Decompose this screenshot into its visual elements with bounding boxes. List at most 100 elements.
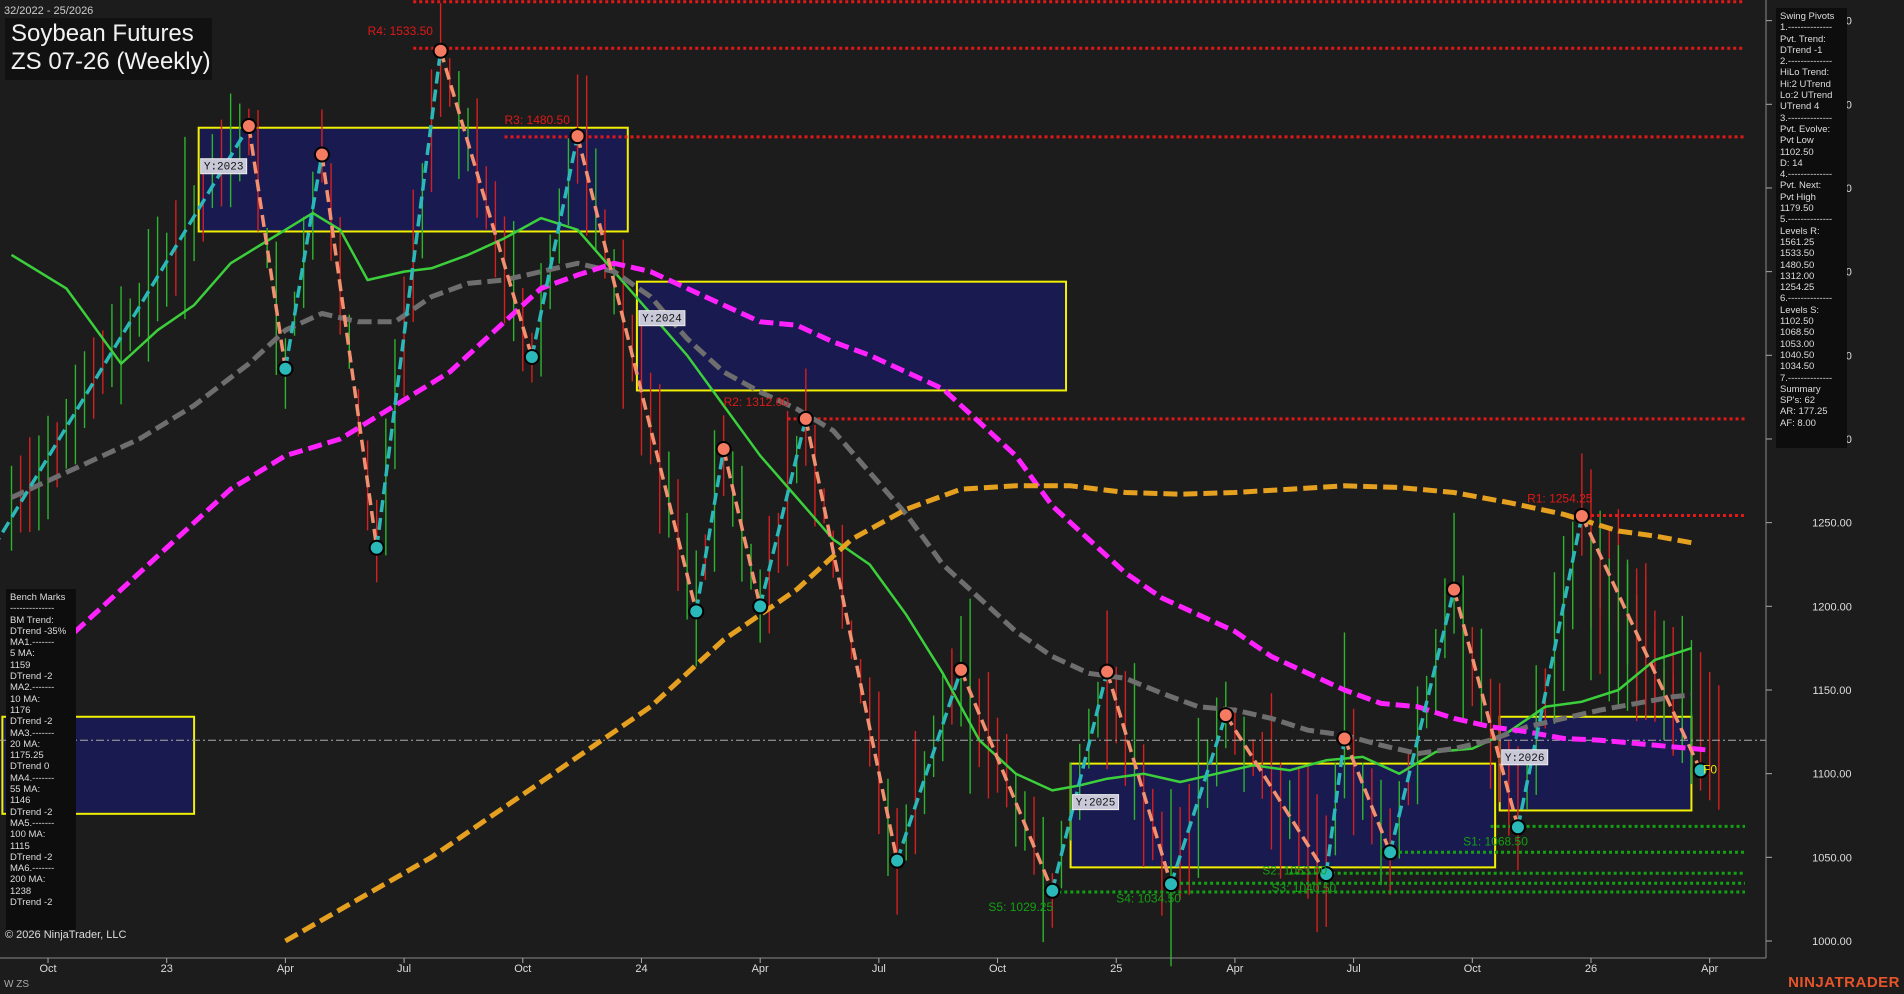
swing-pivots-line: 1179.50 xyxy=(1780,203,1814,215)
price-tick-label: 1050.00 xyxy=(1812,852,1852,864)
ninjatrader-logo: NINJATRADER xyxy=(1788,974,1900,991)
bench-marks-line: DTrend -2 xyxy=(10,716,53,728)
swing-pivots-line: AF: 8.00 xyxy=(1780,417,1816,429)
swing-pivots-line: 1102.50 xyxy=(1780,146,1814,158)
swing-pivot-marker xyxy=(368,539,385,556)
swing-pivots-line: 1561.25 xyxy=(1780,236,1815,248)
chart-title-box: Soybean Futures ZS 07-26 (Weekly) xyxy=(5,18,212,80)
swing-pivot-marker xyxy=(1509,819,1526,836)
bench-marks-panel: Bench Marks -------------- BM Trend: DTrend… xyxy=(6,589,76,930)
bench-marks-line: -------------- xyxy=(10,603,55,615)
time-tick-label: Apr xyxy=(1701,963,1718,975)
swing-pivots-line: Hi:2 UTrend xyxy=(1780,78,1831,90)
swing-pivot-marker xyxy=(277,360,294,377)
resistance-label: R3: 1480.50 xyxy=(505,113,571,127)
instrument-title: Soybean Futures xyxy=(11,20,194,47)
support-label: S5: 1029.25 xyxy=(988,900,1053,914)
time-tick-label: Oct xyxy=(1464,963,1481,975)
support-label: S3: 1040.50 xyxy=(1271,881,1336,895)
bench-marks-line: DTrend -35% xyxy=(10,625,67,637)
swing-pivots-line: AR: 177.25 xyxy=(1780,406,1828,418)
swing-pivot-marker xyxy=(523,348,540,365)
bench-marks-line: 1176 xyxy=(10,704,31,716)
time-tick-label: Oct xyxy=(989,963,1006,975)
swing-pivots-line: 1.-------------- xyxy=(1780,22,1833,34)
bench-marks-line: MA6.------- xyxy=(10,863,55,875)
time-tick-label: Jul xyxy=(397,963,411,975)
bench-marks-line: 1238 xyxy=(10,885,32,897)
time-tick-label: Apr xyxy=(752,963,769,975)
yearly-zone-label: Y:2026 xyxy=(1505,753,1545,765)
bench-marks-line: MA4.------- xyxy=(10,772,55,784)
bench-marks-line: 1115 xyxy=(10,840,30,852)
swing-pivots-line: UTrend 4 xyxy=(1780,101,1820,113)
price-tick-label: 1000.00 xyxy=(1812,936,1852,948)
swing-pivots-line: Pvt. Trend: xyxy=(1780,33,1826,45)
bench-marks-line: MA1.------- xyxy=(10,637,55,649)
swing-pivot-marker xyxy=(1217,707,1234,724)
bench-marks-line: 100 MA: xyxy=(10,829,46,841)
swing-pivots-line: HiLo Trend: xyxy=(1780,67,1830,79)
swing-pivot-marker xyxy=(752,598,769,615)
bench-marks-line: 5 MA: xyxy=(10,648,35,660)
bench-marks-line: MA5.------- xyxy=(10,817,55,829)
time-tick-label: Apr xyxy=(277,963,294,975)
price-chart[interactable]: 1000.00 1050.00 1100.00 1150.00 1200.00 1250.… xyxy=(0,0,1904,994)
swing-pivots-panel: Swing Pivots 1.-------------- Pvt. Trend: D… xyxy=(1776,8,1847,448)
bench-marks-line: DTrend -2 xyxy=(10,897,53,909)
resistance-label: R2: 1312.00 xyxy=(724,395,790,409)
swing-pivots-line: Pvt Low xyxy=(1780,135,1814,147)
swing-pivots-line: 1040.50 xyxy=(1780,349,1815,361)
yearly-zone-label: Y:2025 xyxy=(1076,798,1116,810)
yearly-zone-label: Y:2023 xyxy=(204,162,244,174)
swing-pivot-marker xyxy=(1446,581,1463,598)
symbol-tag: W ZS xyxy=(4,979,29,990)
swing-pivot-marker xyxy=(240,118,257,135)
swing-pivot-marker xyxy=(953,661,970,678)
bench-marks-line: DTrend -2 xyxy=(10,851,53,863)
swing-pivots-line: Pvt. Evolve: xyxy=(1780,123,1831,135)
swing-pivot-marker xyxy=(797,410,814,427)
swing-pivots-line: 4.-------------- xyxy=(1780,169,1833,181)
swing-pivots-line: Lo:2 UTrend xyxy=(1780,90,1833,102)
swing-pivot-marker xyxy=(432,42,449,59)
price-tick-label: 1200.00 xyxy=(1812,601,1852,613)
support-label: S4: 1034.50 xyxy=(1116,891,1181,905)
bench-marks-line: Bench Marks xyxy=(10,592,66,603)
support-label: S2: 1053.00 xyxy=(1262,863,1327,877)
swing-pivot-marker xyxy=(1163,876,1180,893)
swing-pivot-marker xyxy=(1099,663,1116,680)
swing-pivot-marker xyxy=(1573,507,1590,524)
contract-title: ZS 07-26 (Weekly) xyxy=(11,48,211,75)
bench-marks-line: 1146 xyxy=(10,795,31,807)
time-tick-label: 25 xyxy=(1110,963,1122,975)
swing-pivot-marker xyxy=(889,852,906,869)
bench-marks-line: 55 MA: xyxy=(10,784,41,796)
swing-pivots-line: Levels S: xyxy=(1780,304,1820,316)
resistance-label: R1: 1254.25 xyxy=(1527,492,1593,506)
bench-marks-line: DTrend 0 xyxy=(10,761,50,773)
swing-pivots-line: 1312.00 xyxy=(1780,270,1815,282)
price-tick-label: 1250.00 xyxy=(1812,518,1852,530)
yearly-zone-label: Y:2024 xyxy=(642,314,682,326)
swing-pivot-marker xyxy=(715,441,732,458)
date-range: 32/2022 - 25/2026 xyxy=(4,5,94,17)
time-tick-label: 24 xyxy=(635,963,647,975)
swing-pivot-marker xyxy=(1044,882,1061,899)
swing-pivots-line: SP's: 62 xyxy=(1780,395,1816,407)
time-tick-label: Oct xyxy=(39,963,56,975)
swing-pivots-line: Levels R: xyxy=(1780,225,1820,237)
swing-pivot-marker xyxy=(313,146,330,163)
bench-marks-line: BM Trend: xyxy=(10,614,54,626)
swing-pivots-line: 7.-------------- xyxy=(1780,372,1833,384)
swing-pivots-line: 1034.50 xyxy=(1780,361,1815,373)
price-tick-label: 1100.00 xyxy=(1813,769,1852,781)
swing-pivots-line: Swing Pivots xyxy=(1780,11,1835,22)
time-tick-label: 26 xyxy=(1585,963,1597,975)
bench-marks-line: MA3.------- xyxy=(10,727,55,739)
time-tick-label: Jul xyxy=(872,963,886,975)
bench-marks-line: 1175.25 xyxy=(10,750,44,762)
swing-pivots-line: 1068.50 xyxy=(1780,327,1815,339)
swing-pivots-line: 2.-------------- xyxy=(1780,56,1833,68)
time-tick-label: Apr xyxy=(1226,963,1243,975)
